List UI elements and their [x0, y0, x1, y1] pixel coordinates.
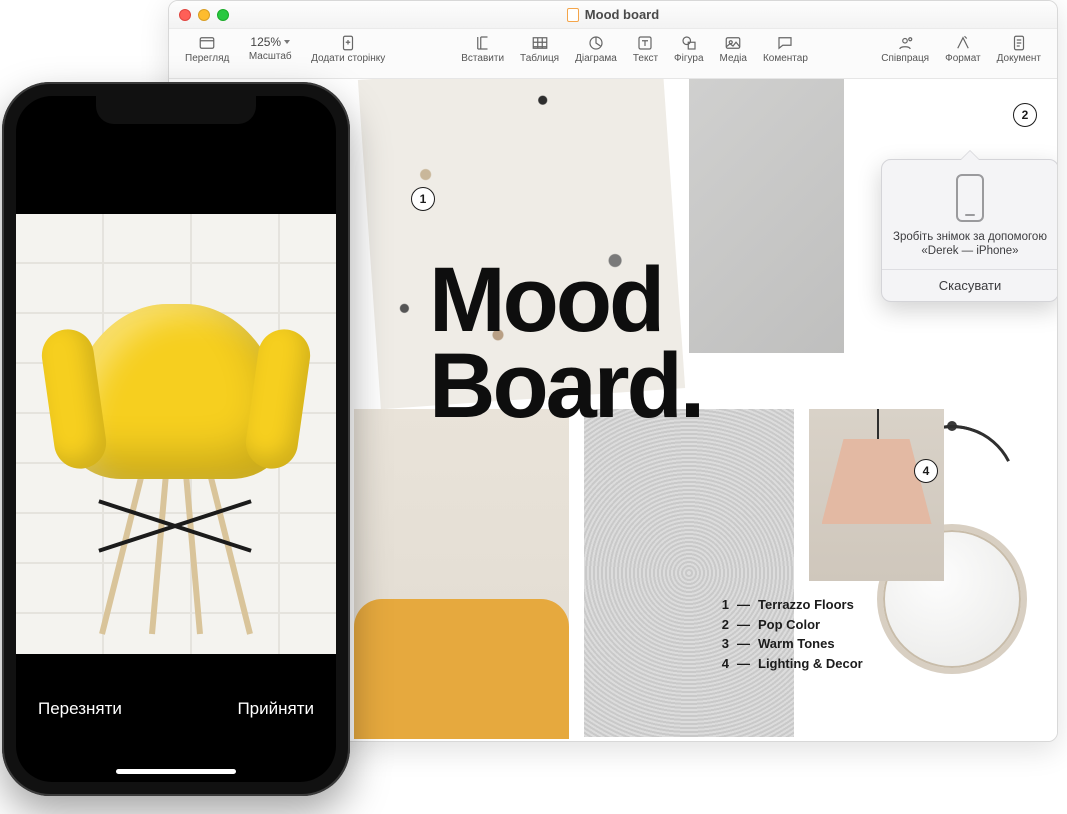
text-icon	[633, 33, 657, 53]
continuity-camera-popover: Зробіть знімок за допомогою «Derek — iPh…	[881, 159, 1057, 302]
document-icon	[567, 8, 579, 22]
iphone-screen: Перезняти Прийняти	[16, 96, 336, 782]
document-title: Mood board	[169, 7, 1057, 22]
insert-button[interactable]: Вставити	[453, 33, 512, 64]
titlebar: Mood board	[169, 1, 1057, 29]
iphone-notch	[96, 96, 256, 124]
image-concrete[interactable]	[689, 79, 844, 353]
legend-row: 2—Pop Color	[717, 615, 863, 635]
legend-row: 4—Lighting & Decor	[717, 654, 863, 674]
zoom-value: 125%	[245, 33, 295, 51]
document-panel-icon	[1007, 33, 1031, 53]
image-lamp[interactable]	[809, 409, 944, 581]
format-button[interactable]: Формат	[937, 33, 989, 64]
add-page-button[interactable]: Додати сторінку	[303, 33, 393, 64]
legend-row: 3—Warm Tones	[717, 634, 863, 654]
chart-button[interactable]: Діаграма	[567, 33, 625, 64]
media-icon	[721, 33, 745, 53]
zoom-button[interactable]: 125% Масштаб	[237, 33, 303, 62]
image-fur[interactable]	[584, 409, 794, 737]
marker-4[interactable]: 4	[914, 459, 938, 483]
headline[interactable]: Mood Board.	[429, 257, 702, 430]
table-icon	[528, 33, 552, 53]
retake-button[interactable]: Перезняти	[38, 699, 122, 719]
insert-icon	[471, 33, 495, 53]
legend-row: 1—Terrazzo Floors	[717, 595, 863, 615]
chart-icon	[584, 33, 608, 53]
format-icon	[951, 33, 975, 53]
comment-button[interactable]: Коментар	[755, 33, 816, 64]
legend[interactable]: 1—Terrazzo Floors 2—Pop Color 3—Warm Ton…	[717, 595, 863, 673]
document-title-text: Mood board	[585, 7, 659, 22]
toolbar: Перегляд 125% Масштаб Додати сторінку Вс…	[169, 29, 1057, 79]
marker-1[interactable]: 1	[411, 187, 435, 211]
camera-preview[interactable]	[16, 214, 336, 654]
add-page-icon	[336, 33, 360, 53]
home-indicator[interactable]	[116, 769, 236, 774]
image-sofa[interactable]	[354, 599, 569, 739]
shape-icon	[677, 33, 701, 53]
collaborate-icon	[893, 33, 917, 53]
iphone-device: Перезняти Прийняти	[2, 82, 350, 796]
popover-text: Зробіть знімок за допомогою «Derek — iPh…	[892, 230, 1048, 259]
marker-2[interactable]: 2	[1013, 103, 1037, 127]
text-button[interactable]: Текст	[625, 33, 666, 64]
chair-photo	[51, 264, 301, 634]
media-button[interactable]: Медіа	[712, 33, 755, 64]
view-button[interactable]: Перегляд	[177, 33, 237, 64]
popover-cancel-button[interactable]: Скасувати	[882, 269, 1057, 301]
headline-line1: Mood	[429, 257, 702, 343]
iphone-outline-icon	[956, 174, 984, 222]
document-button[interactable]: Документ	[989, 33, 1049, 64]
shape-button[interactable]: Фігура	[666, 33, 711, 64]
headline-line2: Board.	[429, 343, 702, 429]
camera-bottom-bar: Перезняти Прийняти	[16, 662, 336, 782]
table-button[interactable]: Таблиця	[512, 33, 567, 64]
comment-icon	[773, 33, 797, 53]
collaborate-button[interactable]: Співпраця	[873, 33, 937, 64]
view-icon	[195, 33, 219, 53]
use-photo-button[interactable]: Прийняти	[237, 699, 314, 719]
